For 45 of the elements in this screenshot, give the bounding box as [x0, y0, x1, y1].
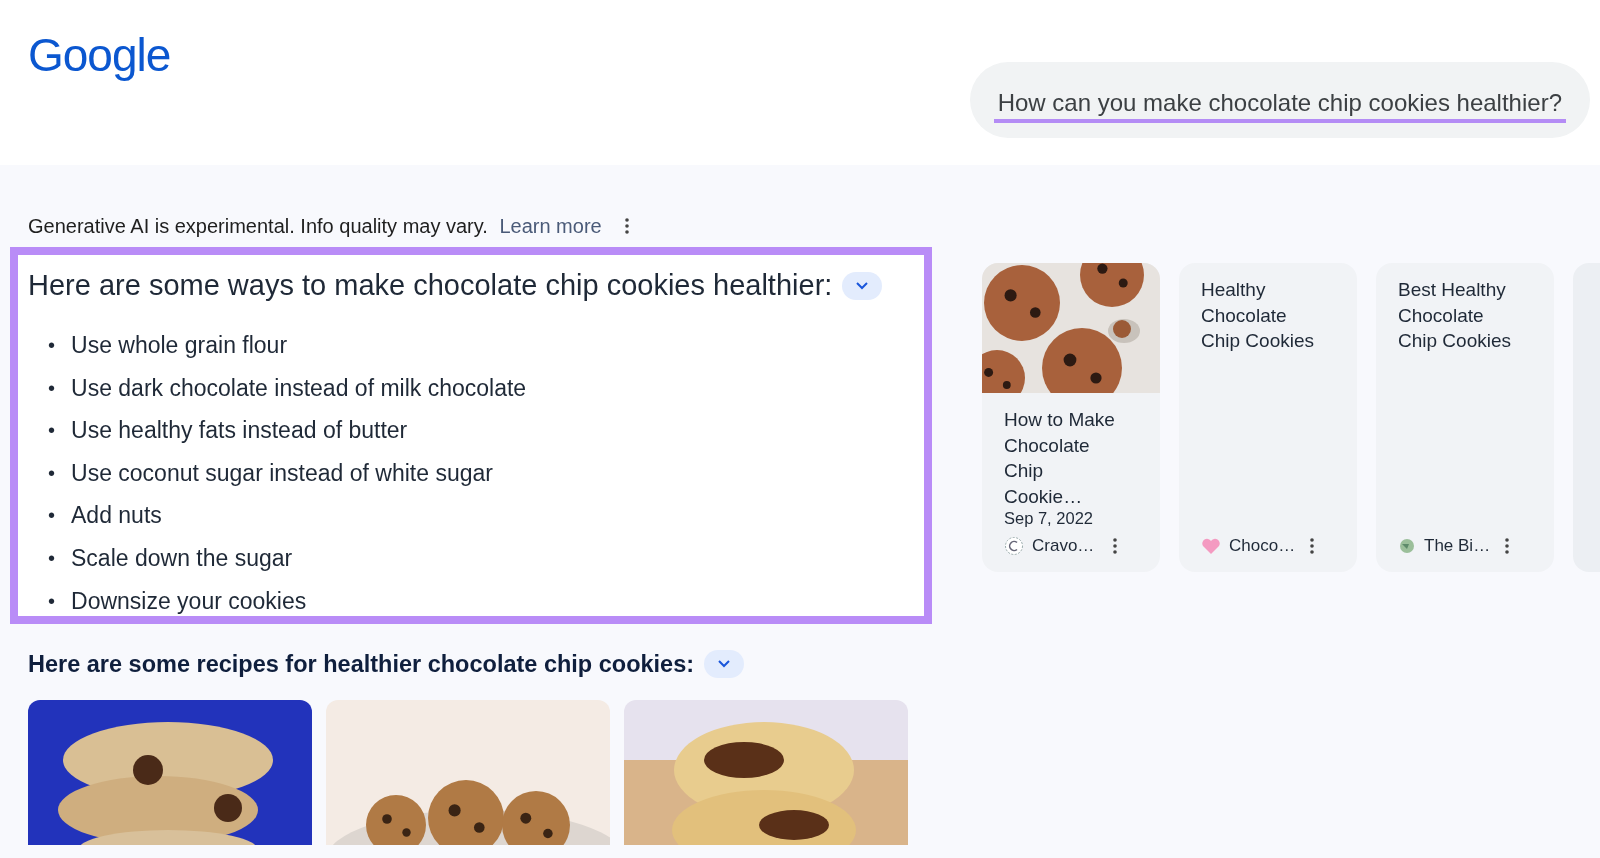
list-item: Add nuts: [71, 502, 162, 529]
expand-button[interactable]: [704, 650, 745, 679]
recipes-heading: Here are some recipes for healthier chocolate chip cookies:: [28, 650, 695, 678]
result-card[interactable]: Best Healthy Chocolate Chip Cookies The Bi…: [1376, 263, 1554, 572]
more-icon: [624, 218, 629, 234]
chevron-icon: [856, 281, 869, 290]
list-item: Scale down the sugar: [71, 544, 293, 572]
bullet: •: [48, 545, 55, 571]
list-item: Use dark chocolate instead of milk chocolate: [71, 374, 527, 402]
bullet: •: [48, 333, 55, 358]
card-date: Sep 7, 2022: [1004, 509, 1094, 528]
bullet: •: [48, 375, 55, 401]
card-title: How to Make Chocolate Chip Cookie…: [1004, 409, 1115, 507]
bullet: •: [48, 503, 55, 529]
disclaimer-text: Generative AI is experimental. Info quality may vary. Learn more: [28, 214, 602, 238]
list-item: Use healthy fats instead of butter: [71, 417, 408, 444]
logo[interactable]: Google: [28, 28, 171, 82]
bullet: •: [48, 588, 55, 614]
card-title: Healthy Chocolate Chip Cookies: [1201, 279, 1314, 351]
site-name: Cravo…: [1032, 536, 1096, 556]
bullet: •: [48, 418, 55, 444]
expand-button[interactable]: [842, 271, 883, 300]
more-icon: [1310, 538, 1314, 554]
result-card[interactable]: Healthy Chocolate Chip Cookies Choco…: [1179, 263, 1357, 572]
more-icon: [1113, 538, 1117, 554]
globe-icon: [1398, 537, 1416, 555]
search-query: How can you make chocolate chip cookies healthier?: [993, 83, 1566, 123]
result-card[interactable]: How to Make Chocolate Chip Cookie… Sep 7, 2022 Cravo…: [982, 263, 1160, 572]
more-icon: [1505, 538, 1509, 554]
answer-heading: Here are some ways to make chocolate chip cookies healthier:: [28, 269, 833, 302]
site-name: Choco…: [1229, 536, 1297, 556]
learn-more-link[interactable]: Learn more: [499, 214, 602, 237]
more-button[interactable]: [1502, 536, 1512, 556]
bullet: •: [48, 460, 55, 486]
card-title: Best Healthy Chocolate Chip Cookies: [1398, 279, 1511, 351]
chevron-icon: [718, 660, 731, 669]
list-item: Use coconut sugar instead of white sugar: [71, 459, 493, 487]
site-name: The Bi…: [1424, 536, 1492, 556]
heart-icon: [1201, 537, 1221, 555]
ring-icon: [1004, 536, 1024, 556]
list-item: Downsize your cookies: [71, 587, 307, 615]
list-item: Use whole grain flour: [71, 332, 288, 359]
more-button[interactable]: [1307, 536, 1317, 556]
more-button[interactable]: [1110, 536, 1120, 556]
search-field[interactable]: How can you make chocolate chip cookies healthier?: [969, 62, 1590, 138]
